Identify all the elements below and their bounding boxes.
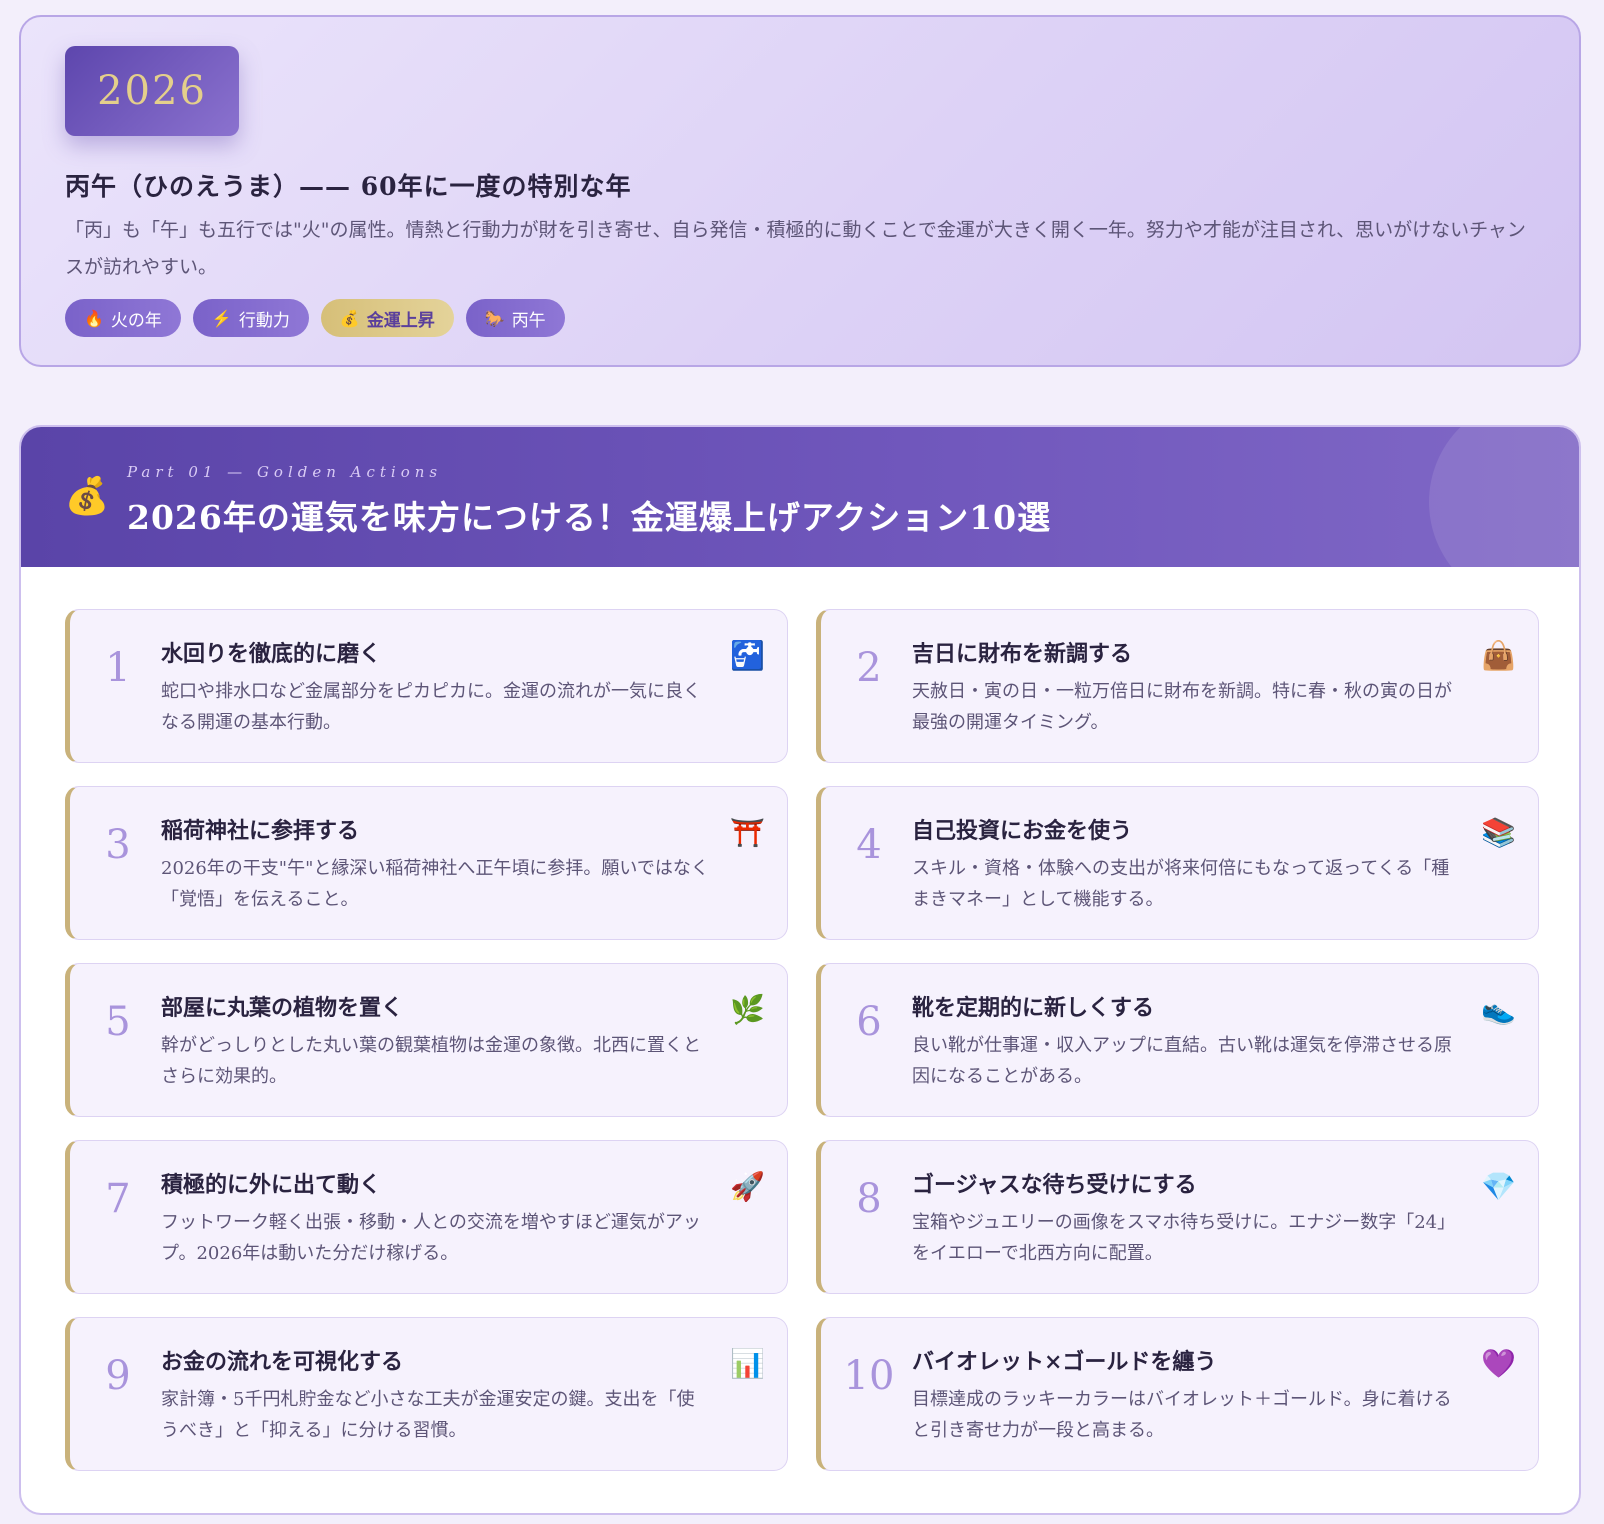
horse-icon: 🐎 <box>484 308 505 328</box>
header-decoration <box>1429 427 1579 567</box>
tag-fire: 🔥 火の年 <box>65 299 181 337</box>
action-description: 2026年の干支"午"と縁深い稲荷神社へ正午頃に参拝。願いではなく「覚悟」を伝え… <box>161 858 709 910</box>
section-kicker: Part 01 — Golden Actions <box>127 463 443 481</box>
action-number: 4 <box>856 822 882 868</box>
bar-chart-icon: 📊 <box>730 1347 765 1380</box>
action-title: 吉日に財布を新調する <box>912 641 1133 667</box>
action-number: 9 <box>105 1353 131 1399</box>
action-description: 蛇口や排水口など金属部分をピカピカに。金運の流れが一気に良くなる開運の基本行動。 <box>161 681 701 733</box>
action-card: 9 お金の流れを可視化する 家計簿・5千円札貯金など小さな工夫が金運安定の鍵。支… <box>65 1317 788 1471</box>
tag-list: 🔥 火の年 ⚡ 行動力 💰 金運上昇 🐎 丙午 <box>65 299 565 337</box>
action-card: 6 靴を定期的に新しくする 良い靴が仕事運・収入アップに直結。古い靴は運気を停滞… <box>816 963 1539 1117</box>
action-card: 1 水回りを徹底的に磨く 蛇口や排水口など金属部分をピカピカに。金運の流れが一気… <box>65 609 788 763</box>
section-title: 2026年の運気を味方につける！金運爆上げアクション10選 <box>127 498 1052 537</box>
lightning-icon: ⚡ <box>211 308 232 328</box>
gem-icon: 💎 <box>1481 1170 1516 1203</box>
year-badge: 2026 <box>65 46 239 136</box>
torii-gate-icon: ⛩️ <box>730 816 765 849</box>
books-icon: 📚 <box>1481 816 1516 849</box>
action-card: 4 自己投資にお金を使う スキル・資格・体験への支出が将来何倍にもなって返ってく… <box>816 786 1539 940</box>
tag-label: 行動力 <box>238 310 290 331</box>
purple-heart-icon: 💜 <box>1481 1347 1516 1380</box>
action-number: 3 <box>105 822 131 868</box>
fire-icon: 🔥 <box>84 308 104 328</box>
action-description: 天赦日・寅の日・一粒万倍日に財布を新調。特に春・秋の寅の日が最強の開運タイミング… <box>912 681 1452 733</box>
herb-icon: 🌿 <box>730 993 765 1026</box>
action-description: 良い靴が仕事運・収入アップに直結。古い靴は運気を停滞させる原因になることがある。 <box>912 1035 1452 1087</box>
action-description: フットワーク軽く出張・移動・人との交流を増やすほど運気がアップ。2026年は動い… <box>161 1212 701 1264</box>
action-card: 3 稲荷神社に参拝する 2026年の干支"午"と縁深い稲荷神社へ正午頃に参拝。願… <box>65 786 788 940</box>
action-card: 7 積極的に外に出て動く フットワーク軽く出張・移動・人との交流を増やすほど運気… <box>65 1140 788 1294</box>
action-number: 7 <box>105 1176 131 1222</box>
hero-title: 丙午（ひのえうま）—— 60年に一度の特別な年 <box>65 172 632 201</box>
action-title: 自己投資にお金を使う <box>912 818 1133 844</box>
action-number: 2 <box>856 645 882 691</box>
tag-label: 丙午 <box>511 310 546 331</box>
tag-fortune: 💰 金運上昇 <box>320 299 454 337</box>
tag-label: 火の年 <box>110 310 162 331</box>
action-card: 2 吉日に財布を新調する 天赦日・寅の日・一粒万倍日に財布を新調。特に春・秋の寅… <box>816 609 1539 763</box>
action-grid: 1 水回りを徹底的に磨く 蛇口や排水口など金属部分をピカピカに。金運の流れが一気… <box>65 609 1539 1471</box>
action-title: 積極的に外に出て動く <box>161 1172 382 1198</box>
tag-action: ⚡ 行動力 <box>192 299 309 337</box>
section-header: 💰 Part 01 — Golden Actions 2026年の運気を味方につ… <box>21 427 1579 567</box>
action-number: 8 <box>856 1176 882 1222</box>
action-card: 10 バイオレット×ゴールドを纏う 目標達成のラッキーカラーはバイオレット＋ゴー… <box>816 1317 1539 1471</box>
action-title: 水回りを徹底的に磨く <box>161 641 382 667</box>
action-title: 靴を定期的に新しくする <box>912 995 1155 1021</box>
page: 2026 丙午（ひのえうま）—— 60年に一度の特別な年 「丙」も「午」も五行で… <box>0 0 1604 1524</box>
tag-label: 金運上昇 <box>366 310 435 331</box>
money-bag-icon: 💰 <box>339 308 360 328</box>
action-title: 部屋に丸葉の植物を置く <box>161 995 404 1021</box>
sneaker-icon: 👟 <box>1481 993 1516 1026</box>
action-number: 10 <box>843 1353 895 1399</box>
hero-card: 2026 丙午（ひのえうま）—— 60年に一度の特別な年 「丙」も「午」も五行で… <box>19 15 1581 367</box>
hero-description: 「丙」も「午」も五行では"火"の属性。情熱と行動力が財を引き寄せ、自ら発信・積極… <box>65 219 1526 278</box>
action-title: お金の流れを可視化する <box>161 1349 404 1375</box>
tag-hinoeuma: 🐎 丙午 <box>465 299 565 337</box>
action-description: 家計簿・5千円札貯金など小さな工夫が金運安定の鍵。支出を「使うべき」と「抑える」… <box>161 1389 695 1441</box>
action-card: 8 ゴージャスな待ち受けにする 宝箱やジュエリーの画像をスマホ待ち受けに。エナジ… <box>816 1140 1539 1294</box>
action-number: 1 <box>105 645 131 691</box>
action-title: ゴージャスな待ち受けにする <box>912 1172 1197 1198</box>
action-number: 6 <box>856 999 882 1045</box>
action-title: 稲荷神社に参拝する <box>161 818 360 844</box>
action-number: 5 <box>105 999 131 1045</box>
action-description: 宝箱やジュエリーの画像をスマホ待ち受けに。エナジー数字「24」をイエローで北西方… <box>912 1212 1456 1264</box>
handbag-icon: 👜 <box>1481 639 1516 672</box>
money-bag-icon: 💰 <box>64 476 110 517</box>
action-card: 5 部屋に丸葉の植物を置く 幹がどっしりとした丸い葉の観葉植物は金運の象徴。北西… <box>65 963 788 1117</box>
faucet-icon: 🚰 <box>730 639 765 672</box>
actions-section: 💰 Part 01 — Golden Actions 2026年の運気を味方につ… <box>19 425 1581 1515</box>
action-description: 幹がどっしりとした丸い葉の観葉植物は金運の象徴。北西に置くとさらに効果的。 <box>161 1035 701 1087</box>
action-description: 目標達成のラッキーカラーはバイオレット＋ゴールド。身に着けると引き寄せ力が一段と… <box>912 1389 1452 1441</box>
action-title: バイオレット×ゴールドを纏う <box>912 1349 1217 1375</box>
rocket-icon: 🚀 <box>730 1170 765 1203</box>
action-description: スキル・資格・体験への支出が将来何倍にもなって返ってくる「種まきマネー」として機… <box>912 858 1450 910</box>
